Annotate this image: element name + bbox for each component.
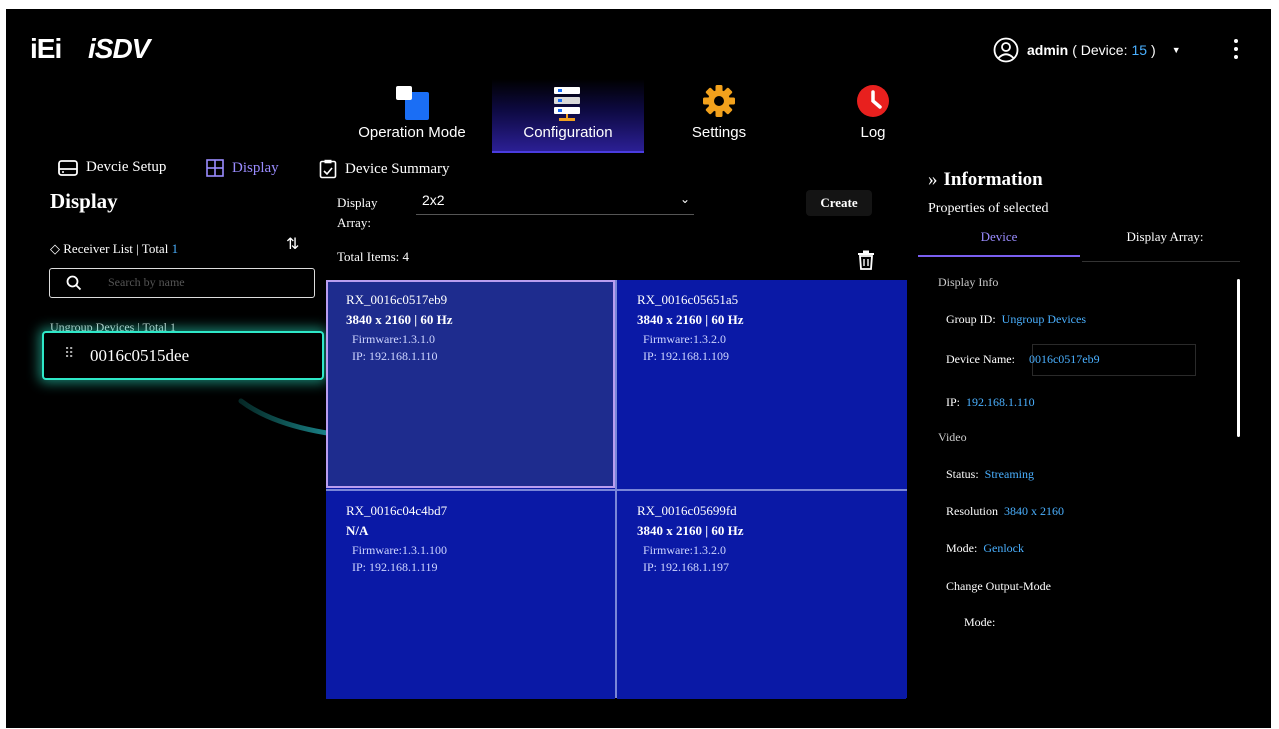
device-count-prefix: ( Device: [1072,42,1128,58]
user-name: admin [1027,42,1069,58]
search-icon [66,275,82,291]
total-items: Total Items: 4 [337,249,410,264]
tab-display-array[interactable]: Display Array: [1084,229,1246,245]
cell-ip: IP: 192.168.1.109 [643,349,730,363]
nav-label: Settings [691,124,747,141]
info-output-mode: Mode: [964,615,996,629]
info-resolution: Resolution 3840 x 2160 [946,504,1065,518]
cell-ip: IP: 192.168.1.119 [352,560,438,574]
device-icon [58,159,78,176]
sort-icon[interactable]: ⇅ [286,234,299,254]
selected-array: 2x2 [422,192,445,208]
nav-settings[interactable]: Settings [643,79,795,151]
chevron-down-icon: ⌄ [679,192,690,206]
isdv-logo: iSDV [88,33,150,64]
more-options-icon[interactable] [1232,39,1240,63]
cell-name: RX_0016c04c4bd7 [346,503,448,518]
device-count-suffix: ) [1151,42,1156,58]
search-input[interactable]: Search by name [49,268,315,298]
iei-logo: iEi [30,33,62,64]
device-id: 0016c0515dee [90,346,190,365]
cell-name: RX_0016c05699fd [637,503,737,518]
receiver-list-label: Receiver List | Total [63,241,169,256]
clock-icon [857,85,889,117]
user-menu[interactable]: admin ( Device: 15 ) ▼ [993,37,1181,63]
info-group-id: Group ID: Ungroup Devices [946,312,1086,326]
info-ip: IP: 192.168.1.110 [946,395,1035,409]
configuration-icon [554,87,580,121]
cell-firmware: Firmware:1.3.1.0 [352,332,435,346]
cell-ip: IP: 192.168.1.197 [643,560,730,574]
cell-resolution: 3840 x 2160 | 60 Hz [637,523,744,538]
grid-divider [326,489,907,491]
double-chevron-right-icon[interactable]: » [928,169,938,190]
trash-icon[interactable] [857,250,875,270]
tab-divider [1082,261,1240,262]
tab-device-setup[interactable]: Devcie Setup [58,159,166,176]
info-device-name: Device Name: 0016c0517eb9 [946,352,1100,366]
cell-firmware: Firmware:1.3.2.0 [643,543,726,557]
nav-log[interactable]: Log [797,79,949,151]
section-display-info: Display Info [938,275,999,289]
cell-firmware: Firmware:1.3.2.0 [643,332,726,346]
cell-firmware: Firmware:1.3.1.100 [352,543,447,557]
receiver-total: 1 [171,241,179,256]
tab-label: Devcie Setup [86,159,167,175]
gear-icon [703,85,735,117]
drag-handle-icon[interactable]: ⠿ [64,346,75,363]
tab-label: Device Summary [345,160,450,177]
info-subtitle: Properties of selected [928,201,1049,216]
create-button[interactable]: Create [806,190,872,216]
display-cell[interactable]: RX_0016c05699fd 3840 x 2160 | 60 Hz Firm… [617,491,906,699]
search-placeholder: Search by name [108,275,185,289]
nav-label: Log [860,124,886,141]
collapse-icon[interactable]: ◇ [50,241,60,256]
chevron-down-icon[interactable]: ▼ [1172,45,1181,55]
info-change-output-mode: Change Output-Mode [946,579,1051,593]
info-mode: Mode: Genlock [946,541,1024,555]
receiver-list-header[interactable]: ◇ Receiver List | Total 1 [50,241,178,257]
scrollbar[interactable] [1237,279,1240,437]
app-window: iEi iSDV admin ( Device: 15 ) ▼ Operatio… [6,9,1271,728]
device-count: 15 [1131,42,1148,58]
tab-device[interactable]: Device [918,229,1080,257]
display-array-grid: RX_0016c0517eb9 3840 x 2160 | 60 Hz Firm… [326,280,907,699]
display-cell[interactable]: RX_0016c0517eb9 3840 x 2160 | 60 Hz Firm… [326,280,615,488]
operation-mode-icon [396,86,429,120]
cell-resolution: N/A [346,523,369,538]
user-icon [993,37,1019,63]
display-array-select[interactable]: 2x2 ⌄ [416,190,694,215]
tab-display[interactable]: Display [206,159,279,177]
page-title: Display [50,189,118,213]
display-array-label: Display Array: [337,195,378,230]
nav-label: Operation Mode [358,124,466,141]
nav-configuration[interactable]: Configuration [492,79,644,153]
cell-name: RX_0016c05651a5 [637,292,739,307]
cell-resolution: 3840 x 2160 | 60 Hz [346,312,453,327]
tab-device-summary[interactable]: Device Summary [319,159,450,179]
display-cell[interactable]: RX_0016c05651a5 3840 x 2160 | 60 Hz Firm… [617,280,906,488]
display-cell[interactable]: RX_0016c04c4bd7 N/A Firmware:1.3.1.100 I… [326,491,615,699]
section-video: Video [938,430,967,444]
cell-resolution: 3840 x 2160 | 60 Hz [637,312,744,327]
nav-operation-mode[interactable]: Operation Mode [336,79,488,151]
info-status: Status: Streaming [946,467,1034,481]
clipboard-icon [319,159,337,179]
cell-ip: IP: 192.168.1.110 [352,349,438,363]
tab-label: Display [232,159,279,176]
info-title: » Information [928,169,1043,190]
cell-name: RX_0016c0517eb9 [346,292,448,307]
nav-label: Configuration [523,124,613,141]
grid-icon [206,159,224,177]
list-item[interactable]: ⠿ 0016c0515dee [42,331,324,380]
